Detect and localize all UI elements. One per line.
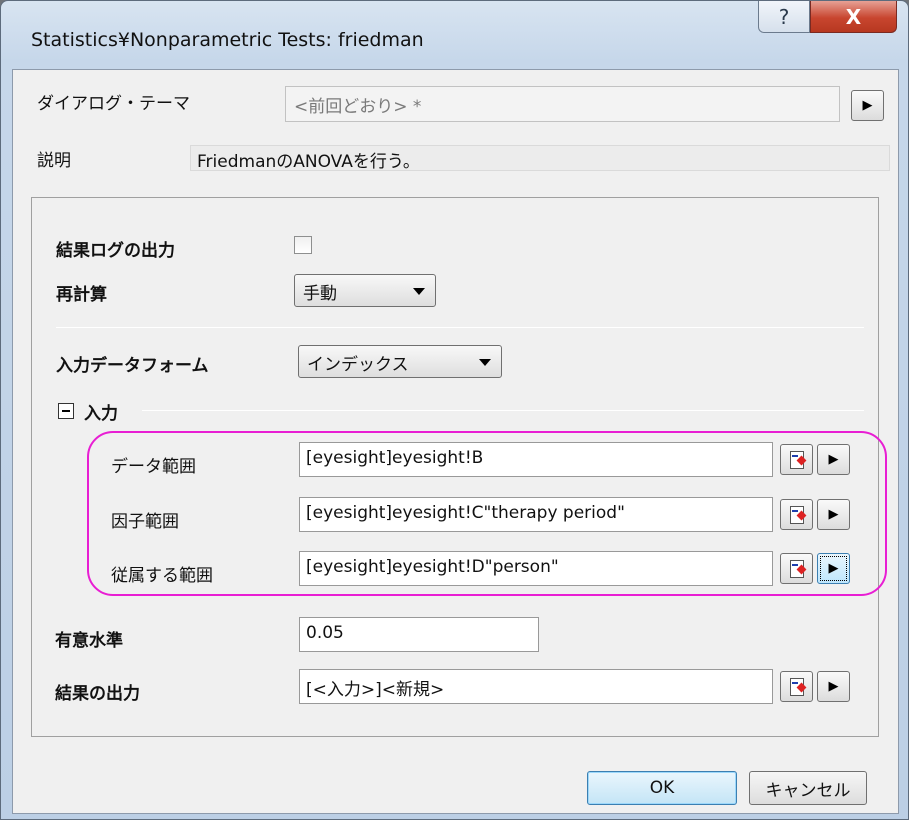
help-button[interactable]: ? (758, 1, 810, 33)
theme-menu-button[interactable]: ▶ (851, 90, 884, 121)
theme-value: <前回どおり> * (294, 97, 422, 117)
collapse-toggle-icon[interactable] (58, 403, 74, 419)
result-log-label: 結果ログの出力 (56, 241, 175, 261)
separator (56, 327, 864, 328)
description-label: 説明 (37, 151, 71, 171)
arrow-right-icon: ▶ (828, 679, 839, 694)
recalc-label: 再計算 (56, 285, 107, 305)
cancel-button[interactable]: キャンセル (749, 771, 867, 805)
output-picker-button[interactable] (780, 671, 813, 702)
theme-combo[interactable]: <前回どおり> * (285, 86, 840, 122)
description-text: FriedmanのANOVAを行う。 (197, 152, 420, 172)
theme-label: ダイアログ・テーマ (37, 94, 190, 114)
ok-label: OK (649, 778, 675, 798)
ok-button[interactable]: OK (587, 771, 737, 805)
help-icon: ? (778, 4, 790, 29)
title-bar[interactable]: Statistics¥Nonparametric Tests: friedman… (1, 1, 908, 69)
input-form-label: 入力データフォーム (56, 356, 209, 376)
range-select-icon (790, 678, 804, 696)
window-title: Statistics¥Nonparametric Tests: friedman (31, 29, 424, 51)
significance-input[interactable]: 0.05 (299, 617, 539, 652)
input-form-value: インデックス (307, 355, 409, 375)
result-log-checkbox[interactable] (294, 236, 312, 254)
close-button[interactable]: X (810, 1, 897, 33)
close-icon: X (845, 4, 862, 29)
description-field: FriedmanのANOVAを行う。 (190, 145, 890, 172)
significance-value: 0.05 (306, 623, 344, 643)
input-highlight-outline (87, 431, 887, 596)
section-separator (142, 410, 864, 411)
significance-label: 有意水準 (55, 631, 123, 651)
output-input[interactable]: [<入力>]<新規> (299, 669, 773, 704)
output-menu-button[interactable]: ▶ (817, 671, 850, 702)
chevron-down-icon (413, 288, 425, 295)
dialog-body: ダイアログ・テーマ <前回どおり> * ▶ 説明 FriedmanのANOVAを… (12, 69, 899, 814)
recalc-dropdown[interactable]: 手動 (294, 274, 436, 307)
cancel-label: キャンセル (765, 780, 851, 801)
output-label: 結果の出力 (55, 684, 140, 704)
input-form-dropdown[interactable]: インデックス (298, 345, 502, 378)
input-section-label: 入力 (84, 404, 118, 424)
arrow-right-icon: ▶ (862, 98, 873, 113)
recalc-value: 手動 (303, 284, 337, 304)
dialog-window: Statistics¥Nonparametric Tests: friedman… (0, 0, 909, 820)
chevron-down-icon (479, 359, 491, 366)
output-value: [<入力>]<新規> (306, 680, 445, 700)
